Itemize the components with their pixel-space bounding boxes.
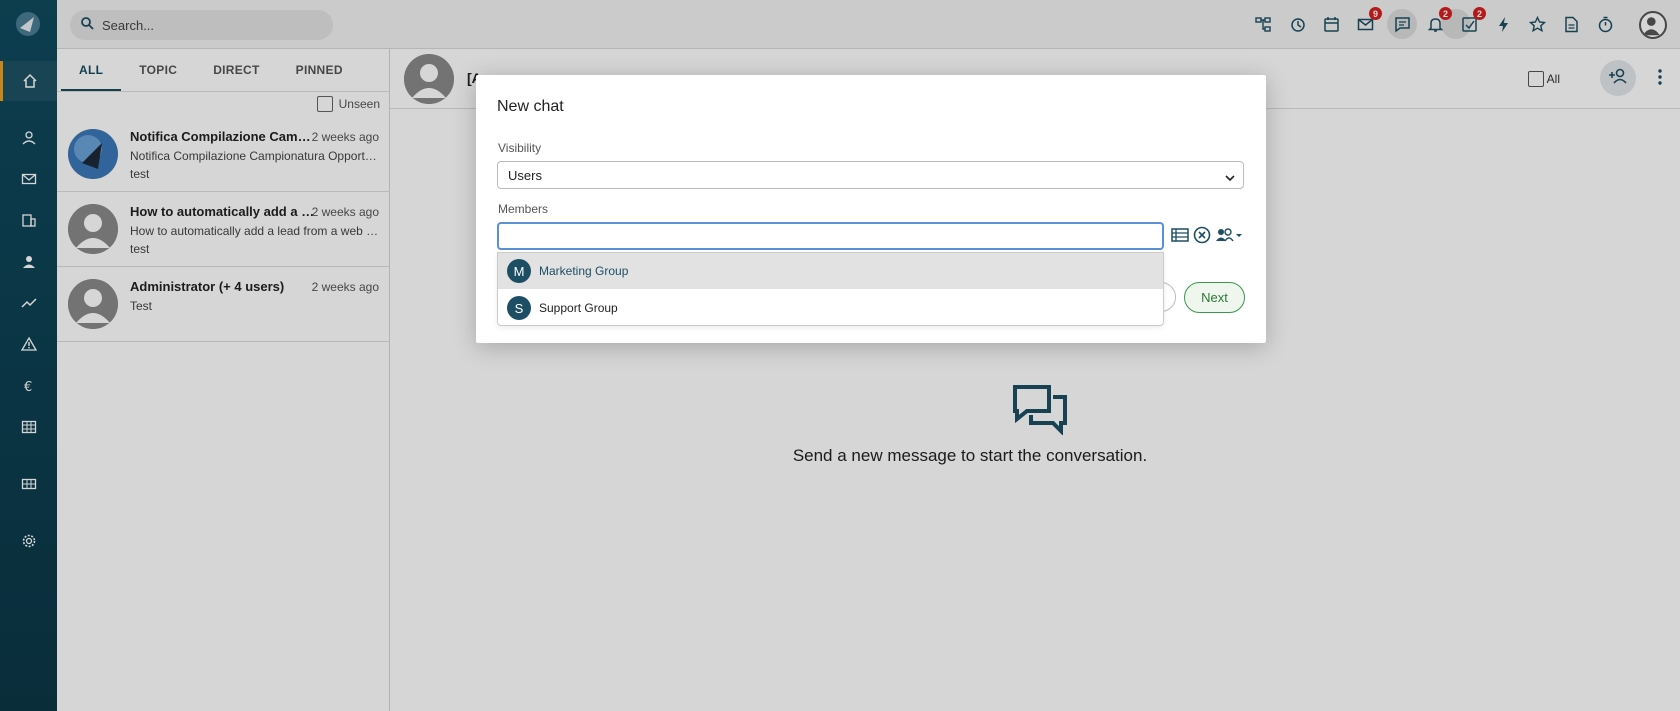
new-chat-dialog: New chat Visibility Users Members Next M…	[476, 75, 1266, 343]
suggestion-item[interactable]: M Marketing Group	[498, 253, 1163, 289]
members-input[interactable]	[497, 222, 1164, 250]
clear-circle-icon[interactable]	[1193, 226, 1211, 244]
visibility-value: Users	[508, 167, 542, 183]
visibility-label: Visibility	[498, 141, 542, 155]
chevron-down-icon	[1225, 171, 1235, 182]
suggestion-name: Support Group	[539, 301, 618, 315]
dialog-title: New chat	[497, 98, 564, 115]
suggestion-avatar: M	[507, 259, 531, 283]
suggestion-name: Marketing Group	[539, 264, 629, 278]
members-label: Members	[498, 202, 549, 216]
suggestion-avatar: S	[507, 296, 531, 320]
group-select-icon[interactable]	[1215, 226, 1243, 244]
members-suggestions: M Marketing Group S Support Group	[497, 252, 1164, 326]
visibility-select[interactable]: Users	[497, 161, 1244, 189]
members-actions	[1171, 226, 1247, 244]
suggestion-item[interactable]: S Support Group	[498, 290, 1163, 326]
next-button[interactable]: Next	[1184, 282, 1245, 313]
list-view-icon[interactable]	[1171, 226, 1189, 244]
